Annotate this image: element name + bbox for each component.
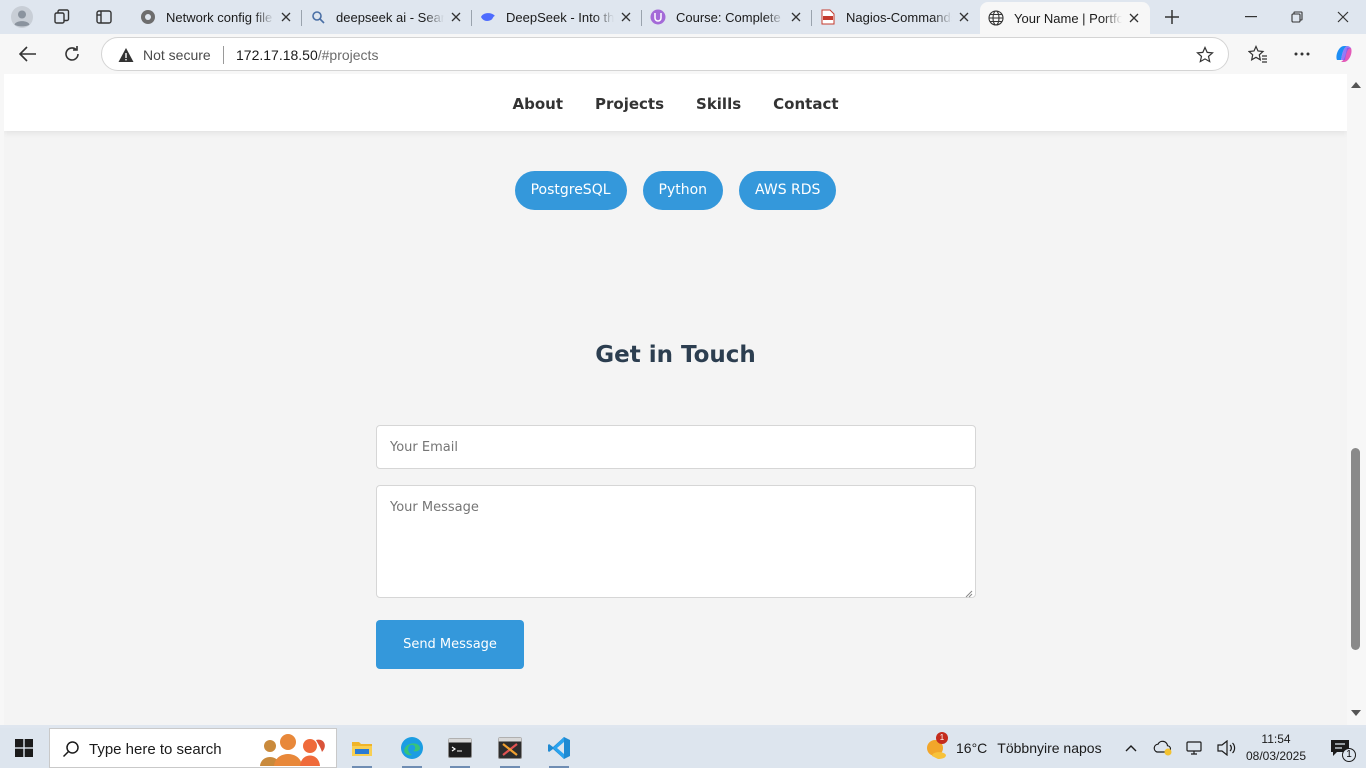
- minimize-icon[interactable]: [1228, 0, 1274, 34]
- site-navigation: About Projects Skills Contact: [4, 74, 1347, 131]
- omnibox-divider: [223, 46, 224, 64]
- tab-close-icon[interactable]: [618, 9, 634, 25]
- workspaces-icon[interactable]: [50, 5, 74, 29]
- send-message-button[interactable]: Send Message: [376, 620, 524, 669]
- restore-icon[interactable]: [1274, 0, 1320, 34]
- nav-contact[interactable]: Contact: [757, 74, 854, 131]
- profile-avatar-icon[interactable]: [10, 5, 34, 29]
- portfolio-page: About Projects Skills Contact PostgreSQL…: [4, 74, 1347, 725]
- weather-sun-icon: 1: [924, 732, 948, 760]
- network-icon[interactable]: [1180, 728, 1210, 768]
- back-arrow-icon[interactable]: [14, 40, 42, 68]
- search-icon: [310, 9, 326, 25]
- settings-gear-icon: [140, 9, 156, 25]
- tech-tag: AWS RDS: [739, 171, 837, 210]
- tab-title: deepseek ai - Search: [336, 9, 444, 25]
- security-label[interactable]: Not secure: [143, 47, 211, 63]
- warning-triangle-icon[interactable]: [118, 47, 134, 63]
- url-path: /#projects: [317, 47, 379, 63]
- show-hidden-icons-chevron-icon[interactable]: [1116, 728, 1146, 768]
- message-placeholder: Your Message: [390, 500, 479, 515]
- email-field[interactable]: Your Email: [376, 425, 976, 469]
- email-placeholder: Your Email: [390, 440, 458, 455]
- search-highlight-people-icon[interactable]: [258, 732, 334, 766]
- clock-date: 08/03/2025: [1245, 749, 1307, 763]
- address-bar[interactable]: Not secure 172.17.18.50/#projects: [101, 37, 1229, 71]
- tab-close-icon[interactable]: [448, 9, 464, 25]
- browser-tab[interactable]: deepseek ai - Search: [302, 2, 472, 32]
- new-tab-plus-icon[interactable]: [1160, 5, 1184, 29]
- nav-skills[interactable]: Skills: [680, 74, 757, 131]
- nav-about[interactable]: About: [496, 74, 579, 131]
- tech-tag: PostgreSQL: [514, 171, 627, 210]
- page-scrollbar[interactable]: [1347, 74, 1366, 725]
- browser-tab-strip: Network config file p deepseek ai - Sear…: [0, 0, 1366, 34]
- scroll-up-arrow-icon[interactable]: [1351, 82, 1361, 88]
- tab-title: DeepSeek - Into the: [506, 9, 614, 25]
- screenshot-tool-icon[interactable]: [487, 728, 533, 768]
- terminal-icon[interactable]: [437, 728, 483, 768]
- tab-close-icon[interactable]: [956, 9, 972, 25]
- browser-tab[interactable]: Nagios-Commands.: [812, 2, 980, 32]
- volume-speaker-icon[interactable]: [1212, 728, 1242, 768]
- search-placeholder: Type here to search: [89, 741, 222, 758]
- browser-tab-active[interactable]: Your Name | Portfoli: [980, 2, 1150, 34]
- refresh-icon[interactable]: [58, 40, 86, 68]
- tab-close-icon[interactable]: [278, 9, 294, 25]
- weather-alert-badge: 1: [936, 732, 948, 744]
- course-icon: [650, 9, 666, 25]
- weather-condition: Többnyire napos: [997, 740, 1102, 756]
- url-host: 172.17.18.50: [236, 47, 318, 63]
- clock-time: 11:54: [1261, 732, 1291, 746]
- vscode-icon[interactable]: [536, 728, 582, 768]
- tab-title: Course: Complete Li: [676, 9, 784, 25]
- more-options-icon[interactable]: [1288, 40, 1316, 68]
- taskbar-search-box[interactable]: Type here to search: [49, 728, 337, 768]
- url-text[interactable]: 172.17.18.50/#projects: [236, 47, 378, 63]
- edge-icon[interactable]: [389, 728, 435, 768]
- favorite-star-icon[interactable]: [1196, 46, 1214, 64]
- project-tech-tags: PostgreSQL Python AWS RDS: [4, 171, 1347, 210]
- tech-tag: Python: [642, 171, 724, 210]
- onedrive-cloud-icon[interactable]: [1148, 728, 1178, 768]
- tab-close-icon[interactable]: [1126, 10, 1142, 26]
- scroll-down-arrow-icon[interactable]: [1351, 710, 1361, 716]
- favorites-icon[interactable]: [1244, 40, 1272, 68]
- deepseek-whale-icon: [480, 9, 496, 25]
- weather-widget[interactable]: 1 16°C Többnyire napos: [924, 728, 1102, 768]
- notification-center-icon[interactable]: 1: [1320, 728, 1360, 768]
- windows-start-icon[interactable]: [0, 728, 48, 768]
- nav-projects[interactable]: Projects: [579, 74, 680, 131]
- weather-temperature: 16°C: [956, 740, 988, 756]
- search-icon: [62, 740, 80, 758]
- browser-tab[interactable]: DeepSeek - Into the: [472, 2, 642, 32]
- copilot-icon[interactable]: [1330, 40, 1358, 68]
- browser-viewport: About Projects Skills Contact PostgreSQL…: [0, 74, 1366, 725]
- tab-title: Your Name | Portfoli: [1014, 10, 1122, 26]
- notification-count-badge: 1: [1342, 748, 1356, 762]
- system-clock[interactable]: 11:54 08/03/2025: [1243, 731, 1309, 765]
- windows-taskbar: Type here to search 1 16°C Többnyire nap…: [0, 728, 1366, 768]
- scrollbar-thumb[interactable]: [1351, 448, 1360, 650]
- browser-toolbar: Not secure 172.17.18.50/#projects: [0, 34, 1366, 74]
- file-explorer-icon[interactable]: [339, 728, 385, 768]
- resize-grip-icon[interactable]: [965, 587, 973, 598]
- vertical-tabs-icon[interactable]: [92, 5, 116, 29]
- browser-tab[interactable]: Course: Complete Li: [642, 2, 812, 32]
- globe-icon: [988, 10, 1004, 26]
- browser-tab[interactable]: Network config file p: [132, 2, 302, 32]
- contact-section-title: Get in Touch: [595, 342, 756, 368]
- message-textarea[interactable]: Your Message: [376, 485, 976, 598]
- tab-close-icon[interactable]: [788, 9, 804, 25]
- close-window-icon[interactable]: [1320, 0, 1366, 34]
- tab-title: Nagios-Commands.: [846, 9, 952, 25]
- tab-title: Network config file p: [166, 9, 274, 25]
- pdf-icon: [820, 9, 836, 25]
